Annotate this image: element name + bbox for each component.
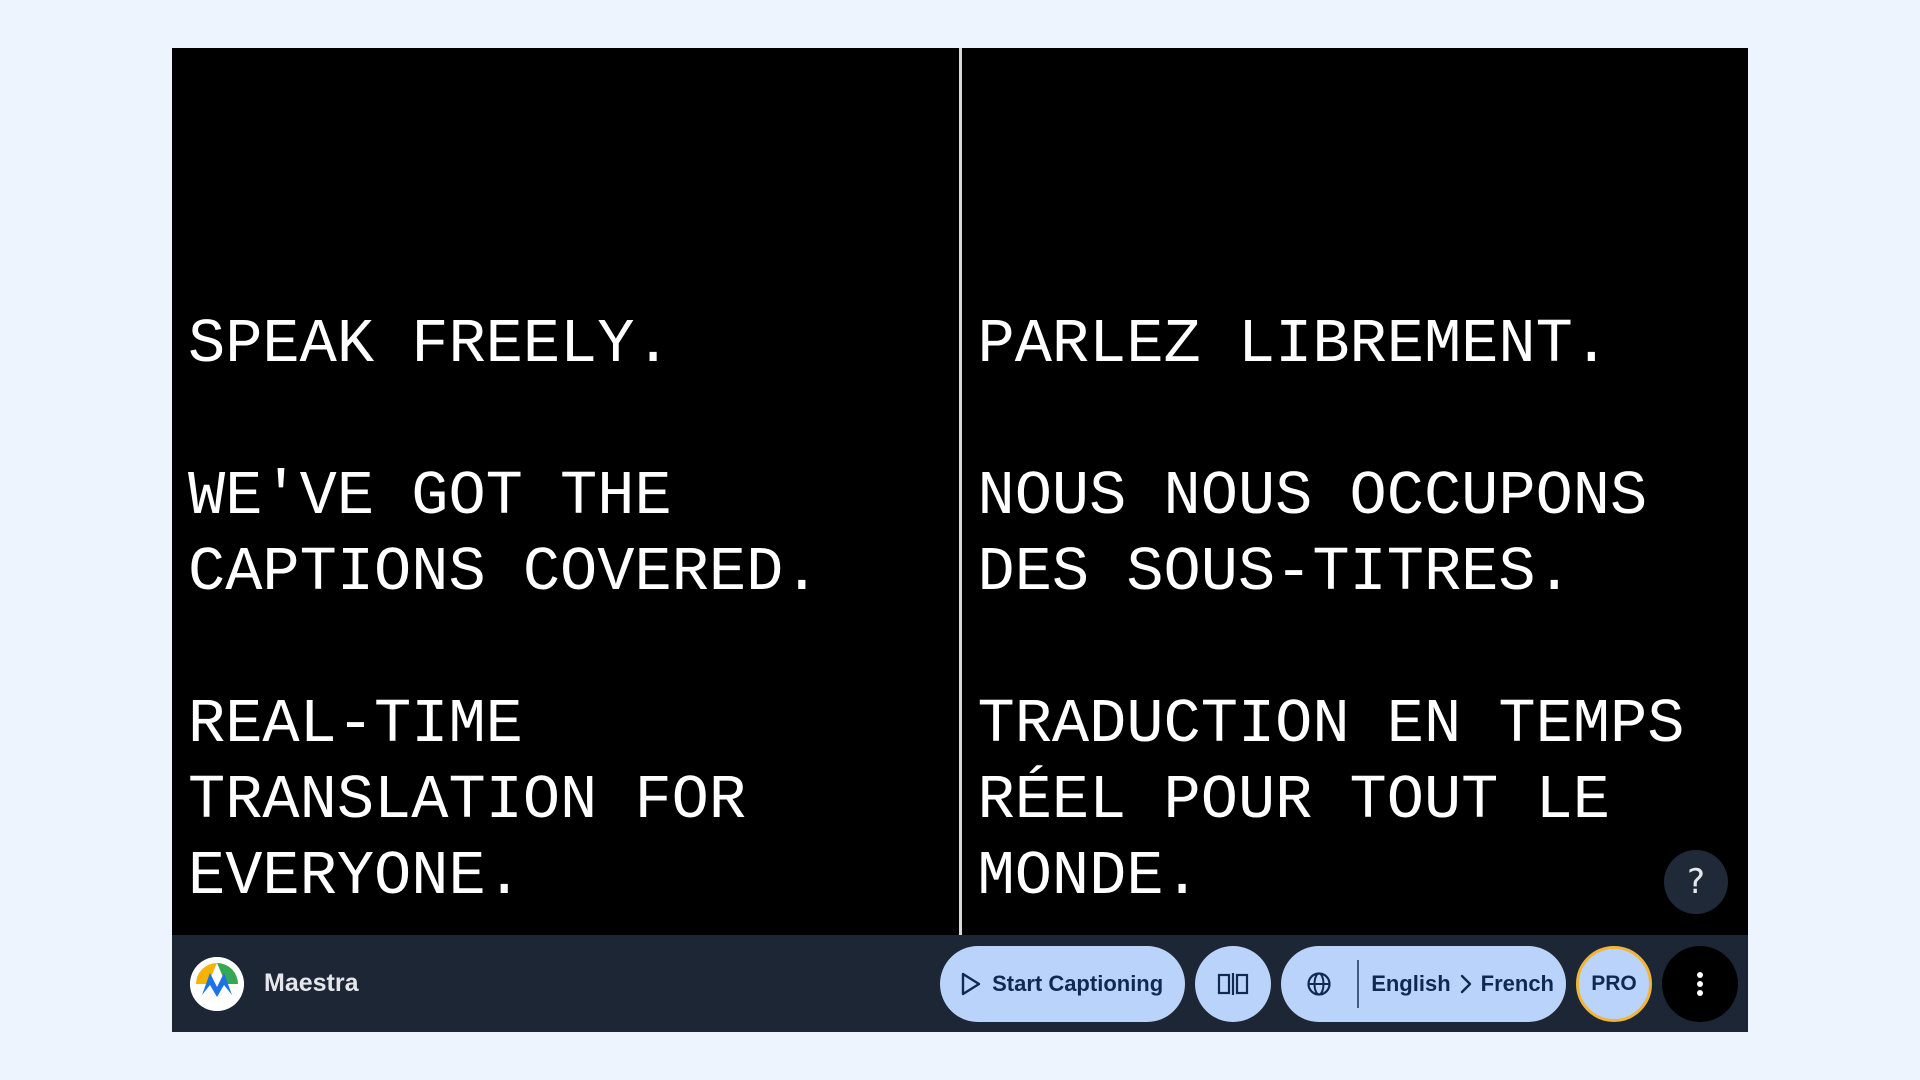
bottom-toolbar: Maestra Start Captioning English French … — [172, 935, 1748, 1032]
translation-caption-paragraph: PARLEZ LIBREMENT. — [978, 307, 1739, 383]
globe-icon — [1306, 971, 1332, 997]
translation-caption-line: RÉEL POUR TOUT LE — [977, 765, 1611, 836]
language-separator — [1357, 959, 1360, 1008]
source-caption-paragraph: WE'VE GOT THE CAPTIONS COVERED. — [188, 459, 949, 611]
target-language: French — [1480, 970, 1554, 996]
translation-caption-text: PARLEZ LIBREMENT. NOUS NOUS OCCUPONS DES S… — [978, 307, 1739, 915]
translation-caption-pane: PARLEZ LIBREMENT. NOUS NOUS OCCUPONS DES S… — [962, 48, 1749, 935]
play-icon — [960, 971, 982, 997]
source-caption-line: WE'VE GOT THE — [188, 461, 672, 532]
brand: Maestra — [190, 935, 359, 1032]
chevron-right-icon — [1459, 973, 1473, 995]
start-captioning-label: Start Captioning — [992, 970, 1164, 996]
more-options-button[interactable] — [1662, 945, 1738, 1022]
source-caption-paragraph: SPEAK FREELY. — [188, 307, 949, 383]
translation-caption-line: DES SOUS-TITRES. — [977, 537, 1573, 608]
pro-label: PRO — [1591, 971, 1637, 995]
source-caption-line: TRANSLATION FOR — [188, 765, 747, 836]
language-selector[interactable]: English French — [1281, 945, 1566, 1022]
start-captioning-button[interactable]: Start Captioning — [940, 945, 1186, 1022]
caption-panes: SPEAK FREELY. WE'VE GOT THE CAPTIONS COVER… — [172, 48, 1748, 935]
source-language: English — [1371, 970, 1451, 996]
maestra-logo-icon — [190, 956, 244, 1011]
language-settings-button[interactable] — [1281, 946, 1357, 1022]
help-label: ? — [1686, 862, 1706, 902]
translation-caption-line: NOUS NOUS OCCUPONS — [977, 461, 1648, 532]
translation-caption-paragraph: TRADUCTION EN TEMPS RÉEL POUR TOUT LE MOND… — [978, 687, 1739, 915]
caption-window: SPEAK FREELY. WE'VE GOT THE CAPTIONS COVER… — [172, 48, 1748, 1032]
more-vertical-icon — [1696, 971, 1704, 997]
source-caption-line: REAL-TIME — [188, 689, 523, 760]
translation-caption-paragraph: NOUS NOUS OCCUPONS DES SOUS-TITRES. — [978, 459, 1739, 611]
source-caption-paragraph: REAL-TIME TRANSLATION FOR EVERYONE. — [188, 687, 949, 915]
split-view-button[interactable] — [1195, 945, 1272, 1022]
pro-button[interactable]: PRO — [1576, 945, 1652, 1022]
source-caption-pane: SPEAK FREELY. WE'VE GOT THE CAPTIONS COVER… — [172, 48, 959, 935]
brand-name: Maestra — [264, 969, 359, 997]
language-pair[interactable]: English French — [1371, 971, 1554, 997]
source-caption-text: SPEAK FREELY. WE'VE GOT THE CAPTIONS COVER… — [188, 307, 949, 915]
toolbar-controls: Start Captioning English French PRO — [940, 935, 1738, 1032]
translation-caption-line: PARLEZ LIBREMENT. — [977, 309, 1611, 380]
translation-caption-line: MONDE. — [977, 841, 1201, 912]
split-view-icon — [1217, 972, 1249, 996]
source-caption-line: SPEAK FREELY. — [188, 309, 672, 380]
source-caption-line: EVERYONE. — [188, 841, 523, 912]
translation-caption-line: TRADUCTION EN TEMPS — [977, 689, 1685, 760]
source-caption-line: CAPTIONS COVERED. — [188, 537, 821, 608]
help-button[interactable]: ? — [1664, 850, 1728, 914]
